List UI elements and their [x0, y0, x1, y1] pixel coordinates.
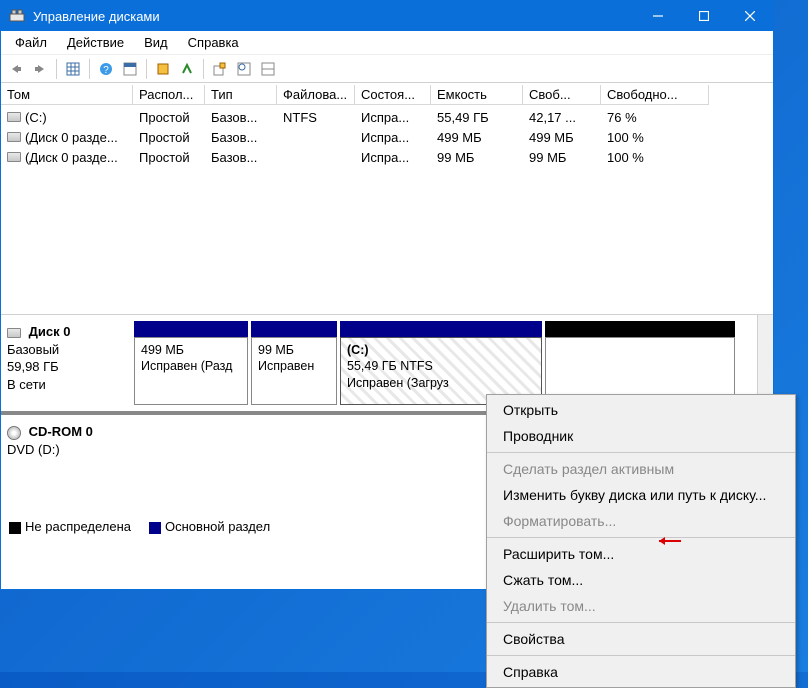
- partition[interactable]: 499 МБИсправен (Разд: [134, 321, 248, 405]
- titlebar[interactable]: Управление дисками: [1, 1, 773, 31]
- volume-icon: [7, 152, 21, 162]
- disk-icon: [7, 328, 21, 338]
- menu-separator: [487, 452, 795, 453]
- maximize-button[interactable]: [681, 1, 727, 31]
- cd-icon: [7, 426, 21, 440]
- col-layout[interactable]: Распол...: [133, 85, 205, 105]
- partition-bar: [340, 321, 542, 337]
- menu-separator: [487, 622, 795, 623]
- menu-item[interactable]: Проводник: [487, 423, 795, 449]
- disk-0-label: Диск 0 Базовый 59,98 ГБ В сети: [7, 321, 131, 405]
- col-type[interactable]: Тип: [205, 85, 277, 105]
- menu-file[interactable]: Файл: [5, 33, 57, 52]
- partition-bar: [545, 321, 735, 337]
- partition-box[interactable]: 499 МБИсправен (Разд: [134, 337, 248, 405]
- menu-item: Сделать раздел активным: [487, 456, 795, 482]
- tool-icon-3[interactable]: [209, 58, 231, 80]
- partition[interactable]: 99 МБИсправен: [251, 321, 337, 405]
- table-row[interactable]: (Диск 0 разде... ПростойБазов... Испра..…: [1, 127, 773, 147]
- col-status[interactable]: Состоя...: [355, 85, 431, 105]
- menu-item[interactable]: Свойства: [487, 626, 795, 652]
- grid-icon[interactable]: [62, 58, 84, 80]
- col-capacity[interactable]: Емкость: [431, 85, 523, 105]
- app-icon: [9, 8, 25, 24]
- menu-view[interactable]: Вид: [134, 33, 178, 52]
- disk-type: Базовый: [7, 342, 59, 357]
- tool-icon-1[interactable]: [152, 58, 174, 80]
- menu-separator: [487, 537, 795, 538]
- volume-list[interactable]: Том Распол... Тип Файлова... Состоя... Е…: [1, 83, 773, 315]
- col-freepct[interactable]: Свободно...: [601, 85, 709, 105]
- menu-item: Удалить том...: [487, 593, 795, 619]
- col-fs[interactable]: Файлова...: [277, 85, 355, 105]
- partition-bar: [134, 321, 248, 337]
- volume-icon: [7, 112, 21, 122]
- menu-item[interactable]: Открыть: [487, 397, 795, 423]
- partition[interactable]: [545, 321, 735, 405]
- menu-action[interactable]: Действие: [57, 33, 134, 52]
- svg-text:?: ?: [103, 65, 109, 76]
- column-headers: Том Распол... Тип Файлова... Состоя... Е…: [1, 83, 773, 107]
- cdrom-label: CD-ROM 0 DVD (D:): [7, 421, 131, 509]
- disk-status: В сети: [7, 377, 46, 392]
- menu-item[interactable]: Изменить букву диска или путь к диску...: [487, 482, 795, 508]
- toolbar: ?: [1, 55, 773, 83]
- table-row[interactable]: (Диск 0 разде... ПростойБазов... Испра..…: [1, 147, 773, 167]
- disk-name: Диск 0: [29, 324, 71, 339]
- menu-separator: [487, 655, 795, 656]
- legend-unalloc-label: Не распределена: [25, 519, 131, 534]
- disk-size: 59,98 ГБ: [7, 359, 59, 374]
- partition[interactable]: (C:)55,49 ГБ NTFSИсправен (Загруз: [340, 321, 542, 405]
- col-volume[interactable]: Том: [1, 85, 133, 105]
- cdrom-sub: DVD (D:): [7, 442, 60, 457]
- legend-primary-label: Основной раздел: [165, 519, 270, 534]
- close-button[interactable]: [727, 1, 773, 31]
- partition-box[interactable]: 99 МБИсправен: [251, 337, 337, 405]
- col-free[interactable]: Своб...: [523, 85, 601, 105]
- back-button[interactable]: [5, 58, 27, 80]
- partition-bar: [251, 321, 337, 337]
- menu-item[interactable]: Расширить том...: [487, 541, 795, 567]
- volume-icon: [7, 132, 21, 142]
- tool-icon-5[interactable]: [257, 58, 279, 80]
- help-icon[interactable]: ?: [95, 58, 117, 80]
- menu-item[interactable]: Справка: [487, 659, 795, 685]
- forward-button[interactable]: [29, 58, 51, 80]
- tool-icon-2[interactable]: [176, 58, 198, 80]
- menu-item: Форматировать...: [487, 508, 795, 534]
- panel-icon[interactable]: [119, 58, 141, 80]
- minimize-button[interactable]: [635, 1, 681, 31]
- legend-primary-swatch: [149, 522, 161, 534]
- context-menu: ОткрытьПроводник Сделать раздел активнымИ…: [486, 394, 796, 688]
- cdrom-name: CD-ROM 0: [29, 424, 93, 439]
- menu-item[interactable]: Сжать том...: [487, 567, 795, 593]
- legend-unalloc-swatch: [9, 522, 21, 534]
- tool-icon-4[interactable]: [233, 58, 255, 80]
- window-title: Управление дисками: [33, 9, 635, 24]
- menubar: Файл Действие Вид Справка: [1, 31, 773, 55]
- table-row[interactable]: (C:) ПростойБазов...NTFS Испра...55,49 Г…: [1, 107, 773, 127]
- menu-help[interactable]: Справка: [178, 33, 249, 52]
